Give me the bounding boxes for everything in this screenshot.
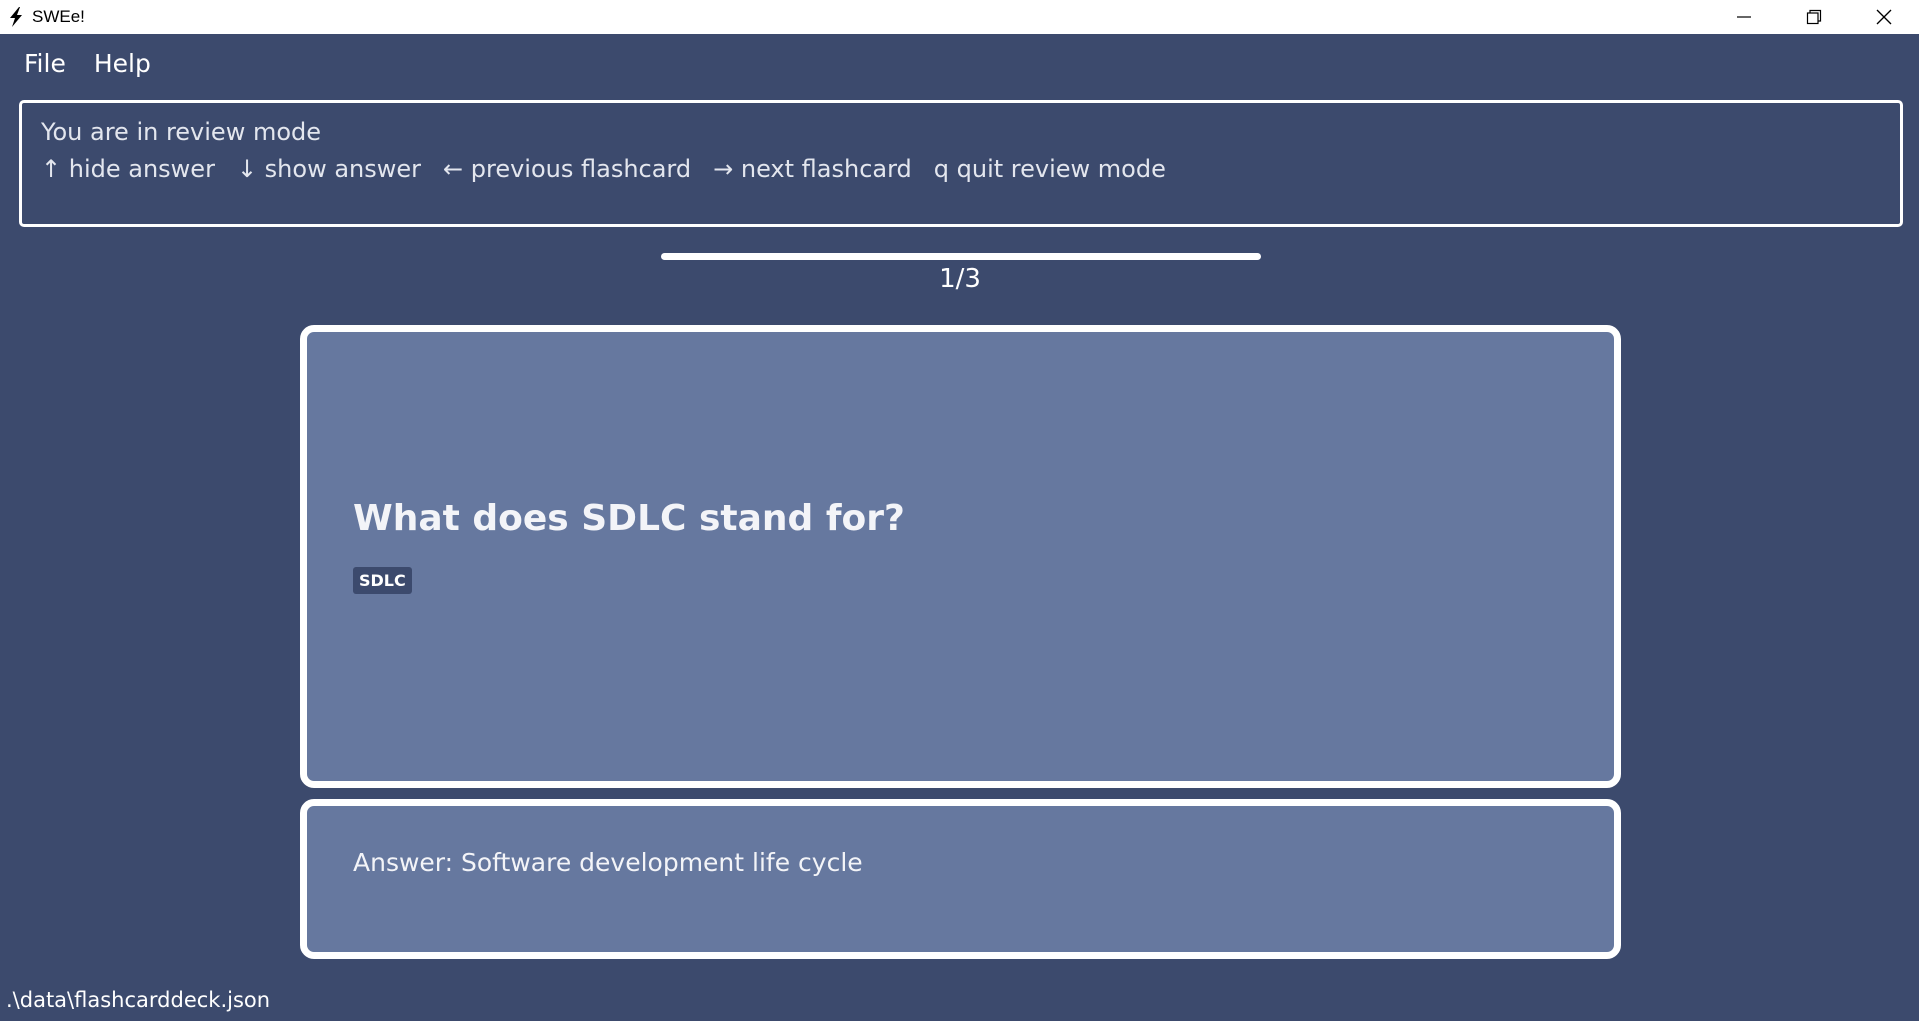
progress-label: 1/3 bbox=[939, 264, 981, 294]
menu-file[interactable]: File bbox=[0, 49, 80, 78]
flashcard-answer: Answer: Software development life cycle bbox=[353, 848, 863, 877]
close-icon bbox=[1876, 9, 1892, 25]
flashcard-tag: SDLC bbox=[353, 567, 412, 594]
shortcut-show-answer: ↓ show answer bbox=[236, 155, 422, 183]
progress-fill bbox=[661, 253, 1261, 260]
flashcard-question-card: What does SDLC stand for? SDLC bbox=[300, 325, 1621, 788]
review-mode-title: You are in review mode bbox=[41, 118, 322, 146]
window-title: SWEe! bbox=[32, 7, 85, 26]
file-path: .\data\flashcarddeck.json bbox=[6, 987, 271, 1012]
lightning-icon bbox=[5, 6, 27, 28]
minimize-button[interactable] bbox=[1709, 0, 1779, 34]
shortcut-hide-answer: ↑ hide answer bbox=[41, 155, 215, 183]
close-button[interactable] bbox=[1849, 0, 1919, 34]
window-controls bbox=[1709, 0, 1919, 34]
flashcard-question: What does SDLC stand for? bbox=[353, 498, 905, 539]
title-bar: SWEe! bbox=[0, 0, 1919, 34]
menu-help[interactable]: Help bbox=[80, 49, 165, 78]
keyboard-shortcuts: ↑ hide answer ↓ show answer ← previous f… bbox=[41, 149, 1881, 189]
review-progress-bar bbox=[661, 253, 1261, 260]
minimize-icon bbox=[1737, 16, 1751, 18]
shortcut-next-flashcard: → next flashcard bbox=[713, 155, 912, 183]
restore-button[interactable] bbox=[1779, 0, 1849, 34]
status-bar: .\data\flashcarddeck.json bbox=[0, 978, 1919, 1021]
flashcard-answer-card: Answer: Software development life cycle bbox=[300, 799, 1621, 959]
review-instructions-panel: You are in review mode ↑ hide answer ↓ s… bbox=[19, 100, 1903, 227]
menu-bar: File Help bbox=[0, 34, 1919, 92]
restore-icon bbox=[1806, 9, 1822, 25]
shortcut-quit-review: q quit review mode bbox=[933, 155, 1166, 183]
shortcut-previous-flashcard: ← previous flashcard bbox=[443, 155, 692, 183]
